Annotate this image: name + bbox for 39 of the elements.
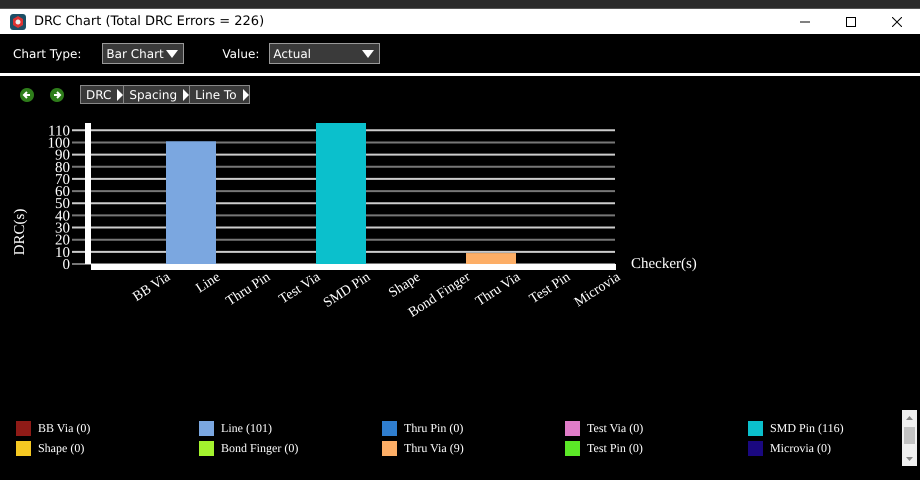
- x-category-label: Test Via: [276, 270, 324, 308]
- breadcrumb-item[interactable]: Spacing: [124, 85, 190, 104]
- bar: [466, 253, 516, 264]
- legend-label: Microvia (0): [770, 441, 831, 456]
- x-category-label: BB Via: [130, 270, 174, 305]
- legend-label: Line (101): [221, 421, 272, 436]
- value-label: Value:: [222, 46, 260, 60]
- close-icon: [892, 16, 902, 26]
- legend-label: Thru Pin (0): [404, 421, 464, 436]
- caret-icon: [166, 50, 178, 58]
- chevron-icon: [117, 88, 124, 100]
- x-category-label: Thru Pin: [224, 270, 274, 310]
- chart-type-label: Chart Type:: [13, 46, 82, 60]
- x-axis-title: Checker(s): [631, 256, 697, 272]
- value-dropdown[interactable]: Actual: [269, 43, 380, 64]
- legend-label: BB Via (0): [38, 421, 90, 436]
- legend-label: Thru Via (9): [404, 441, 464, 456]
- legend-label: Bond Finger (0): [221, 441, 298, 456]
- breadcrumb-item[interactable]: DRC: [80, 85, 124, 104]
- back-arrow-icon[interactable]: [20, 88, 34, 102]
- chevron-icon: [242, 88, 249, 100]
- chart-type-dropdown[interactable]: Bar Chart: [102, 43, 184, 64]
- caret-icon: [362, 50, 374, 58]
- x-category-label: Line: [194, 270, 224, 296]
- window-title: DRC Chart (Total DRC Errors = 226): [34, 14, 266, 29]
- legend-label: SMD Pin (116): [770, 421, 844, 436]
- forward-arrow-icon[interactable]: [50, 88, 64, 102]
- app-icon: [10, 14, 26, 30]
- breadcrumb-item[interactable]: Line To: [190, 85, 250, 104]
- legend-label: Shape (0): [38, 441, 84, 456]
- legend-label: Test Pin (0): [587, 441, 643, 456]
- x-category-label: Thru Via: [473, 270, 524, 310]
- legend-label: Test Via (0): [587, 421, 644, 436]
- x-category-label: Test Pin: [527, 270, 574, 308]
- y-tick-label: 0: [62, 257, 70, 273]
- chevron-icon: [183, 88, 190, 100]
- y-axis-title: DRC(s): [12, 208, 28, 256]
- maximize-icon: [846, 16, 856, 26]
- x-category-label: SMD Pin: [320, 270, 374, 311]
